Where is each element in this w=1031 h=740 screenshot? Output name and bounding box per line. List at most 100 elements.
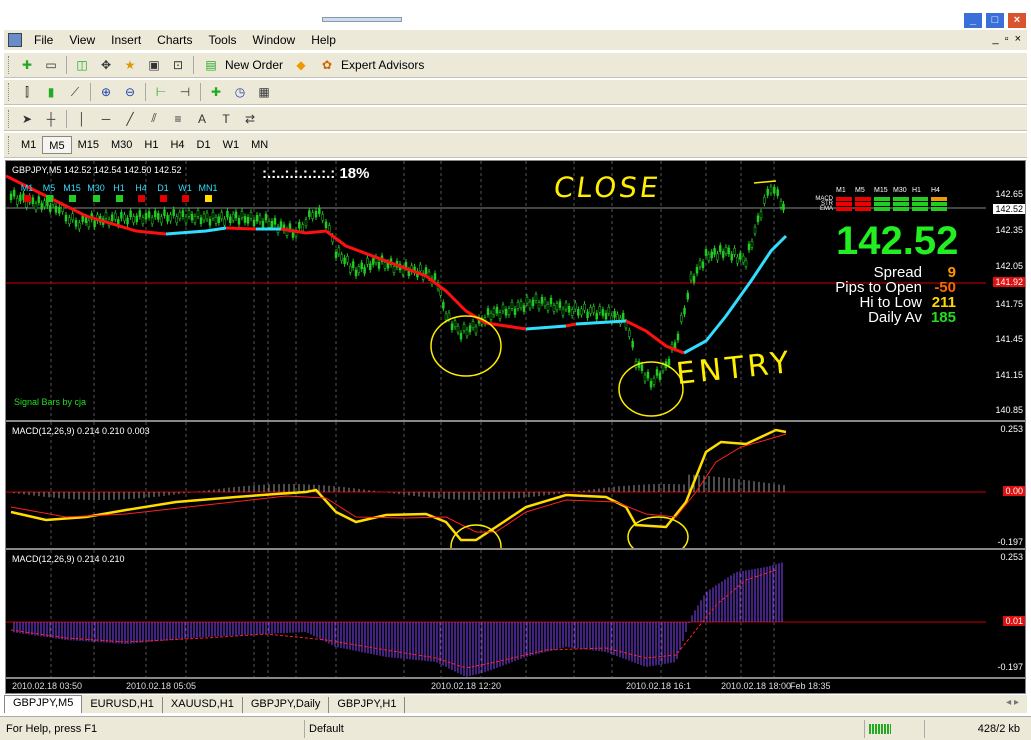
candle-body xyxy=(419,264,422,272)
mdi-close-button[interactable]: × xyxy=(1015,33,1021,45)
candle-body xyxy=(698,260,702,268)
candle-body xyxy=(552,305,556,312)
chart-shift-icon[interactable]: ⊣ xyxy=(176,83,194,101)
panel-tf-label: M5 xyxy=(855,187,865,194)
candle-body xyxy=(340,254,343,261)
candle-body xyxy=(258,215,262,223)
cursor-icon[interactable]: ➤ xyxy=(18,110,36,128)
tf-h4[interactable]: H4 xyxy=(164,136,190,154)
app-icon[interactable] xyxy=(8,33,22,47)
candle-body xyxy=(586,311,589,319)
price-chart[interactable]: GBPJPY,M5 142.52 142.54 142.50 142.52 :.… xyxy=(5,160,1026,421)
zoom-in-icon[interactable]: ⊕ xyxy=(97,83,115,101)
expert-toggle-icon[interactable]: ◆ xyxy=(292,56,310,74)
close-button[interactable]: × xyxy=(1007,12,1027,29)
candle-body xyxy=(311,212,314,219)
candle-body xyxy=(537,302,541,309)
candle-body xyxy=(150,217,154,225)
tf-d1[interactable]: D1 xyxy=(191,136,217,154)
mdi-restore-button[interactable]: ▫ xyxy=(1005,33,1009,45)
trendline-icon[interactable]: ╱ xyxy=(121,110,139,128)
arrows-icon[interactable]: ⇄ xyxy=(241,110,259,128)
candlestick-icon[interactable]: ▮ xyxy=(42,83,60,101)
tab-scroll-arrows[interactable]: ◂ ▸ xyxy=(1006,697,1019,708)
profiles-icon[interactable]: ▭ xyxy=(42,56,60,74)
text-label-icon[interactable]: T xyxy=(217,110,235,128)
menu-charts[interactable]: Charts xyxy=(149,30,200,50)
tf-h1[interactable]: H1 xyxy=(138,136,164,154)
panel-row-ema: EMA xyxy=(806,206,950,212)
crosshair-icon[interactable]: ┼ xyxy=(42,110,60,128)
new-chart-icon[interactable]: ✚ xyxy=(18,56,36,74)
line-chart-icon[interactable]: ⟋ xyxy=(66,83,84,101)
tf-mn[interactable]: MN xyxy=(245,136,274,154)
tab-xauusd-h1[interactable]: XAUUSD,H1 xyxy=(163,697,243,713)
fibonacci-icon[interactable]: ≡ xyxy=(169,110,187,128)
panel-cell xyxy=(836,196,852,201)
expert-advisors-button[interactable]: ✿ Expert Advisors xyxy=(313,56,430,74)
candle-body xyxy=(510,302,514,309)
candle-body xyxy=(214,217,218,224)
templates-icon[interactable]: ▦ xyxy=(255,83,273,101)
candle-body xyxy=(465,329,469,337)
tf-m1[interactable]: M1 xyxy=(15,136,42,154)
menu-file[interactable]: File xyxy=(26,30,61,50)
tf-m30[interactable]: M30 xyxy=(105,136,138,154)
horizontal-line-icon[interactable]: ─ xyxy=(97,110,115,128)
vertical-line-icon[interactable]: │ xyxy=(73,110,91,128)
auto-scroll-icon[interactable]: ⊢ xyxy=(152,83,170,101)
market-watch-icon[interactable]: ◫ xyxy=(73,56,91,74)
macd-panel-2[interactable]: MACD(12,26,9) 0.214 0.210 0.253 0.01 -0.… xyxy=(5,549,1026,678)
candle-body xyxy=(304,219,308,226)
signal-h4: H4 xyxy=(130,183,152,202)
candle-body xyxy=(595,312,599,320)
periods-icon[interactable]: ◷ xyxy=(231,83,249,101)
menu-help[interactable]: Help xyxy=(303,30,344,50)
new-order-button[interactable]: ▤ New Order xyxy=(197,56,289,74)
candle-body xyxy=(157,213,160,220)
candle-body xyxy=(211,211,215,219)
candle-body xyxy=(604,312,608,320)
candle-body xyxy=(649,380,653,388)
candle-body xyxy=(314,210,318,218)
text-icon[interactable]: A xyxy=(193,110,211,128)
zoom-out-icon[interactable]: ⊖ xyxy=(121,83,139,101)
candle-body xyxy=(147,211,151,218)
maximize-button[interactable]: □ xyxy=(985,12,1005,29)
signal-square xyxy=(23,195,31,202)
candle-body xyxy=(613,311,616,318)
tab-gbpjpy-h1[interactable]: GBPJPY,H1 xyxy=(329,697,406,713)
indicators-icon[interactable]: ✚ xyxy=(207,83,225,101)
equidistant-channel-icon[interactable]: ⫽ xyxy=(145,110,163,128)
candle-body xyxy=(217,216,221,223)
macd-panel-1[interactable]: MACD(12,26,9) 0.214 0.210 0.003 0.253 0.… xyxy=(5,421,1026,549)
tf-w1[interactable]: W1 xyxy=(217,136,246,154)
candle-body xyxy=(643,374,647,382)
macd2-zero-box: 0.01 xyxy=(1003,616,1025,626)
minimize-button[interactable]: _ xyxy=(963,12,983,29)
tab-eurusd-h1[interactable]: EURUSD,H1 xyxy=(82,697,163,713)
candle-body xyxy=(172,209,175,216)
menu-view[interactable]: View xyxy=(61,30,103,50)
macd1-zero-box: 0.00 xyxy=(1003,486,1025,496)
signal-label: M1 xyxy=(20,183,34,193)
tester-icon[interactable]: ⊡ xyxy=(169,56,187,74)
periodicity-toolbar: M1 M5 M15 M30 H1 H4 D1 W1 MN xyxy=(4,132,1027,158)
candle-body xyxy=(377,262,381,269)
tf-m15[interactable]: M15 xyxy=(72,136,105,154)
tf-m5[interactable]: M5 xyxy=(42,136,72,154)
tab-gbpjpy-daily[interactable]: GBPJPY,Daily xyxy=(243,697,330,713)
candle-body xyxy=(683,307,686,315)
bar-chart-icon[interactable]: ⫿ xyxy=(18,83,36,101)
menu-window[interactable]: Window xyxy=(245,30,304,50)
candle-body xyxy=(366,258,369,265)
favorites-icon[interactable]: ★ xyxy=(121,56,139,74)
navigator-icon[interactable]: ✥ xyxy=(97,56,115,74)
panel-cell xyxy=(874,201,890,206)
time-label: 2010.02.18 03:50 xyxy=(12,681,83,691)
mdi-minimize-button[interactable]: _ xyxy=(993,33,999,45)
tab-gbpjpy-m5[interactable]: GBPJPY,M5 xyxy=(4,695,83,713)
menu-tools[interactable]: Tools xyxy=(201,30,245,50)
terminal-icon[interactable]: ▣ xyxy=(145,56,163,74)
menu-insert[interactable]: Insert xyxy=(103,30,149,50)
